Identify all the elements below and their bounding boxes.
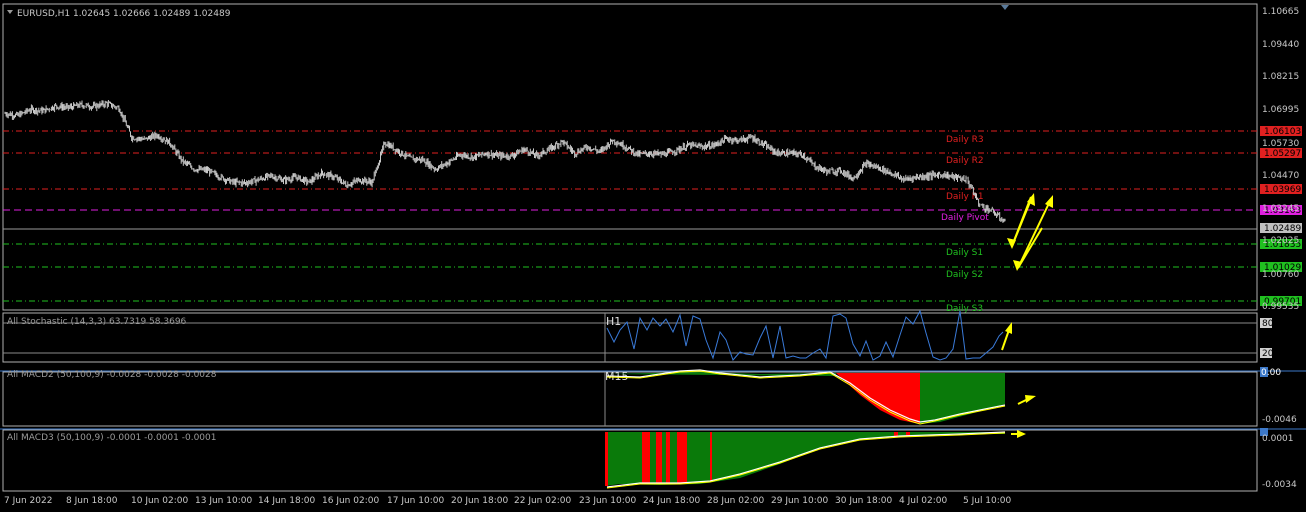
price-candles	[4, 100, 1006, 223]
price-tick: 1.00760	[1262, 270, 1299, 280]
time-tick: 20 Jun 18:00	[451, 496, 508, 506]
time-tick: 10 Jun 02:00	[131, 496, 188, 506]
trading-chart[interactable]: EURUSD,H1 1.02645 1.02666 1.02489 1.0248…	[0, 0, 1306, 512]
level-price-r2: 1.05297	[1264, 149, 1301, 159]
macd3-red-bar	[656, 432, 662, 484]
time-axis: 7 Jun 2022 8 Jun 18:00 10 Jun 02:00 13 J…	[4, 496, 1012, 506]
price-tick: 1.03245	[1262, 204, 1299, 214]
macd3-tick-top: 0.0001	[1262, 434, 1294, 444]
level-price-r1: 1.03969	[1264, 185, 1301, 195]
arrow-right-icon	[1025, 395, 1036, 403]
arrow-up-icon	[1045, 195, 1053, 208]
level-label-r1: Daily R1	[946, 192, 984, 202]
macd2-panel-frame	[2, 371, 1258, 427]
time-tick: 28 Jun 02:00	[707, 496, 764, 506]
time-tick: 30 Jun 18:00	[835, 496, 892, 506]
macd2-tick-bottom: -0.0046	[1262, 415, 1297, 425]
price-tick: 1.05730	[1262, 139, 1299, 149]
macd3-red-bar	[677, 432, 687, 484]
time-tick: 5 Jul 10:00	[963, 496, 1012, 506]
price-tick: 0.99535	[1262, 302, 1299, 312]
time-tick: 13 Jun 10:00	[195, 496, 252, 506]
current-price: 1.02489	[1264, 224, 1301, 234]
macd2-tick-top: 0.00	[1261, 368, 1281, 378]
macd3-tick-bottom: -0.0034	[1262, 480, 1297, 490]
price-tick: 1.02025	[1262, 236, 1299, 246]
symbol-header: EURUSD,H1 1.02645 1.02666 1.02489 1.0248…	[17, 9, 231, 19]
time-tick: 7 Jun 2022	[4, 496, 52, 506]
stoch-tick-20: 20	[1262, 349, 1274, 359]
price-tick: 1.04470	[1262, 171, 1299, 181]
stoch-tick-80: 80	[1262, 319, 1274, 329]
trend-arrows	[1007, 193, 1053, 271]
level-label-r2: Daily R2	[946, 156, 984, 166]
level-label-r3: Daily R3	[946, 135, 984, 145]
arrow-up-line	[1011, 196, 1033, 247]
level-label-s2: Daily S2	[946, 270, 983, 280]
macd3-red-bar	[710, 432, 712, 482]
stochastic-title: All Stochastic (14,3,3) 63.7319 58.3696	[7, 317, 187, 327]
arrow-up-line	[1017, 198, 1052, 269]
time-tick: 16 Jun 02:00	[322, 496, 379, 506]
price-tick: 1.08215	[1262, 72, 1299, 82]
macd2-histogram-red	[836, 373, 920, 424]
macd3-histogram-green	[605, 432, 1005, 486]
time-tick: 17 Jun 10:00	[387, 496, 444, 506]
level-price-r3: 1.06103	[1264, 127, 1301, 137]
time-tick: 14 Jun 18:00	[258, 496, 315, 506]
arrow-right-icon	[1017, 430, 1026, 438]
price-tick: 1.09440	[1262, 40, 1299, 50]
time-tick: 29 Jun 10:00	[771, 496, 828, 506]
scroll-marker-icon[interactable]	[1001, 5, 1009, 10]
time-tick: 23 Jun 10:00	[579, 496, 636, 506]
macd3-red-bar	[605, 432, 608, 486]
macd3-red-bar	[666, 432, 670, 484]
stochastic-timeframe: H1	[606, 315, 621, 328]
macd3-red-bar	[642, 432, 650, 484]
level-label-pivot: Daily Pivot	[941, 213, 989, 223]
price-panel-frame	[2, 3, 1258, 311]
time-tick: 22 Jun 02:00	[514, 496, 571, 506]
stochastic-panel-frame	[2, 312, 1258, 363]
time-tick: 8 Jun 18:00	[66, 496, 118, 506]
chevron-down-icon[interactable]	[7, 10, 13, 14]
time-tick: 24 Jun 18:00	[643, 496, 700, 506]
macd3-title: All MACD3 (50,100,9) -0.0001 -0.0001 -0.…	[7, 433, 216, 443]
macd2-title: All MACD2 (50,100,9) -0.0028 -0.0028 -0.…	[7, 370, 217, 380]
level-label-s1: Daily S1	[946, 248, 983, 258]
arrow-up-icon	[1005, 322, 1012, 334]
price-tick: 1.06995	[1262, 105, 1299, 115]
time-tick: 4 Jul 02:00	[899, 496, 948, 506]
price-tick: 1.10665	[1262, 7, 1299, 17]
macd2-histogram-green	[920, 373, 1005, 424]
